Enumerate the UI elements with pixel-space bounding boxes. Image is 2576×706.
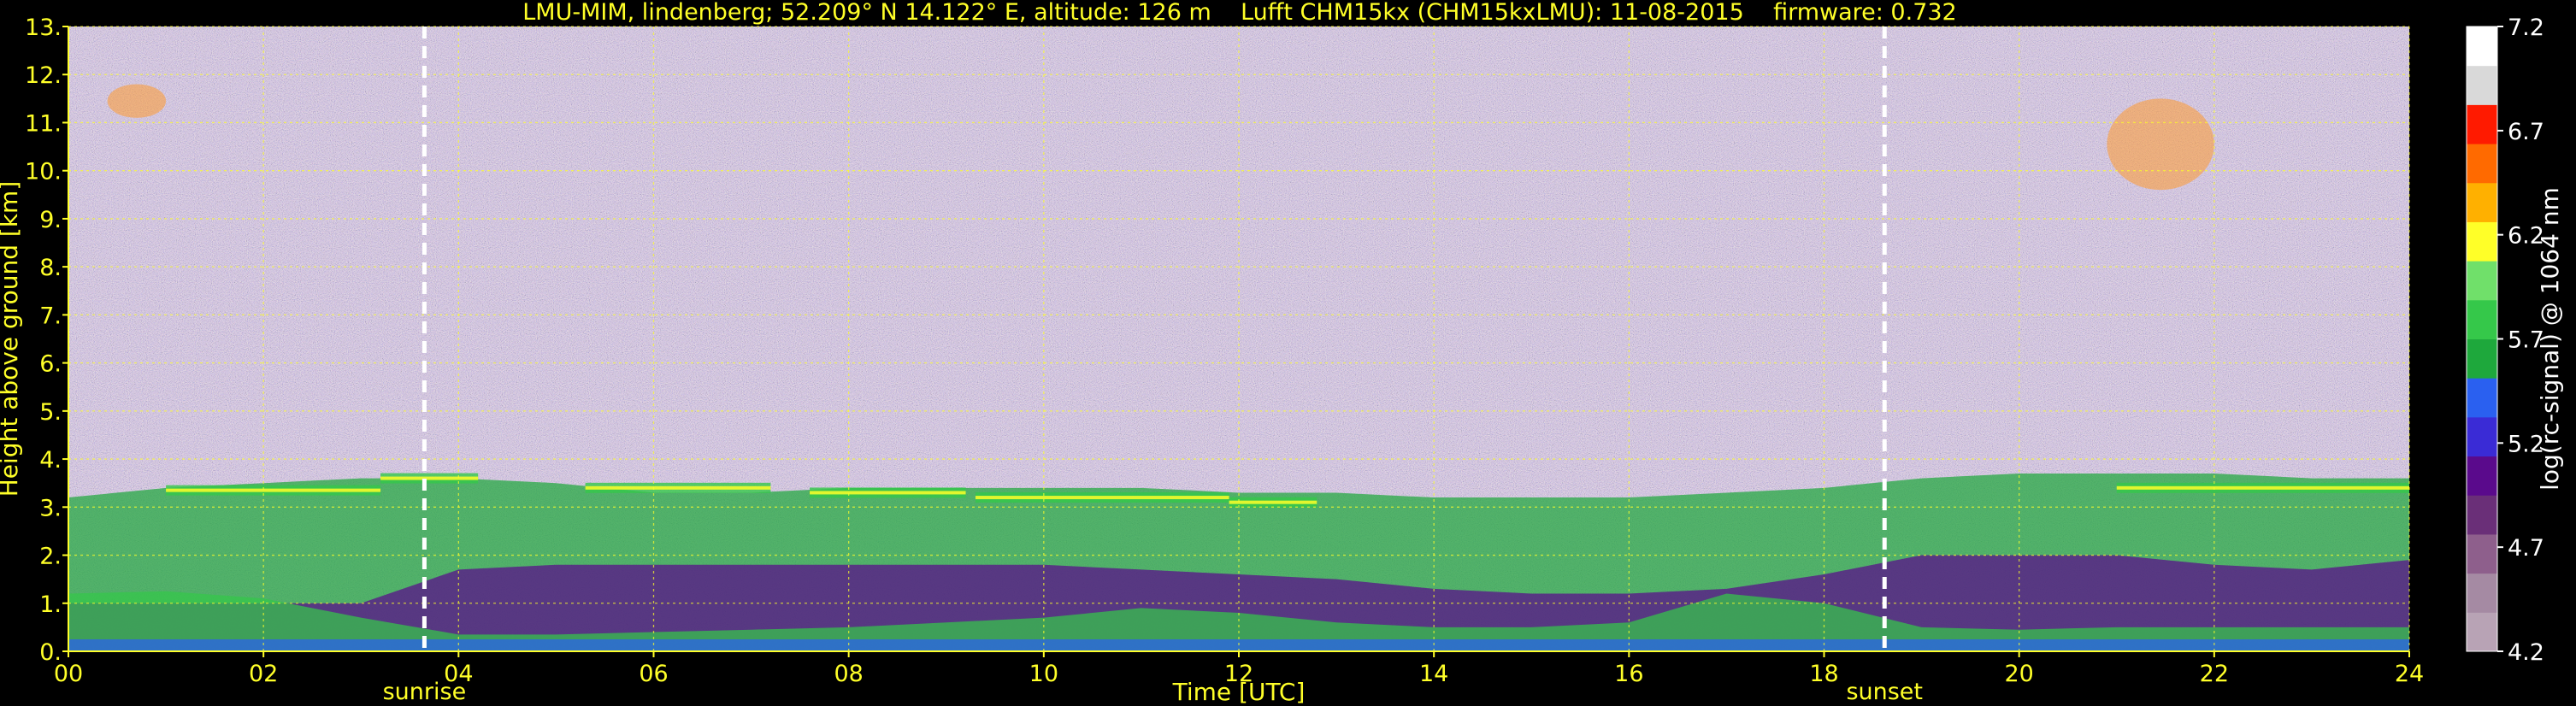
- y-tick-label: 12.: [25, 62, 62, 89]
- colorbar-segment: [2467, 261, 2497, 301]
- colorbar-tick-label: 4.7: [2508, 535, 2544, 562]
- x-tick-label: 18: [1809, 661, 1838, 687]
- y-tick-label: 1.: [39, 591, 62, 618]
- colorbar-segment: [2467, 26, 2497, 67]
- colorbar-segment: [2467, 221, 2497, 262]
- colorbar-segment: [2467, 104, 2497, 144]
- y-tick-label: 13.: [25, 15, 62, 41]
- layer-top-line: [585, 485, 771, 490]
- layer-top-line: [810, 491, 966, 495]
- plot-area: sunrise sunset: [68, 26, 2410, 705]
- colorbar-label: log(rc-signal) @ 1064 nm: [2536, 187, 2564, 491]
- x-tick-label: 04: [444, 661, 473, 687]
- y-tick-label: 5.: [39, 399, 62, 426]
- x-tick-label: 16: [1614, 661, 1643, 687]
- y-tick-label: 6.: [39, 351, 62, 378]
- layer-top-line: [975, 496, 1229, 500]
- y-tick-label: 9.: [39, 207, 62, 233]
- x-tick-label: 22: [2200, 661, 2229, 687]
- cloud-patch: [107, 84, 167, 118]
- colorbar-tick-label: 4.2: [2508, 639, 2544, 666]
- x-tick-label: 10: [1029, 661, 1058, 687]
- x-tick-label: 02: [249, 661, 278, 687]
- colorbar-tick-label: 6.7: [2508, 119, 2544, 145]
- x-tick-label: 20: [2004, 661, 2033, 687]
- y-tick-label: 7.: [39, 303, 62, 329]
- x-axis-label: Time [UTC]: [1172, 678, 1306, 706]
- colorbar-segment: [2467, 612, 2497, 652]
- y-tick-label: 3.: [39, 495, 62, 521]
- colorbar-segment: [2467, 144, 2497, 184]
- colorbar-segment: [2467, 495, 2497, 535]
- y-tick-label: 2.: [39, 544, 62, 570]
- colorbar-segment: [2467, 416, 2497, 457]
- layer-top-line: [2116, 485, 2409, 490]
- x-tick-label: 08: [834, 661, 863, 687]
- colorbar-segment: [2467, 299, 2497, 339]
- y-tick-label: 4.: [39, 447, 62, 474]
- y-tick-label: 11.: [25, 110, 62, 137]
- y-axis-label: Height above ground [km]: [0, 181, 23, 497]
- y-tick-label: 10.: [25, 159, 62, 185]
- event-label-sunset: sunset: [1846, 679, 1923, 705]
- chart-title: LMU-MIM, lindenberg; 52.209° N 14.122° E…: [522, 0, 1956, 26]
- colorbar-segment: [2467, 65, 2497, 105]
- colorbar-segment: [2467, 378, 2497, 418]
- x-tick-label: 14: [1419, 661, 1448, 687]
- y-tick-label: 0.: [39, 639, 62, 666]
- colorbar-segment: [2467, 533, 2497, 574]
- layer-top-line: [380, 476, 479, 480]
- cloud-patch: [2107, 98, 2214, 191]
- ceilometer-chart: LMU-MIM, lindenberg; 52.209° N 14.122° E…: [0, 0, 2576, 706]
- colorbar-segment: [2467, 338, 2497, 379]
- x-tick-label: 24: [2395, 661, 2424, 687]
- layer-top-line: [1229, 500, 1317, 504]
- colorbar-segment: [2467, 456, 2497, 496]
- colorbar-tick-label: 7.2: [2508, 15, 2544, 41]
- x-tick-label: 06: [639, 661, 668, 687]
- y-tick-label: 8.: [39, 255, 62, 281]
- colorbar-segment: [2467, 182, 2497, 222]
- layer-top-line: [166, 488, 381, 492]
- colorbar-segment: [2467, 573, 2497, 613]
